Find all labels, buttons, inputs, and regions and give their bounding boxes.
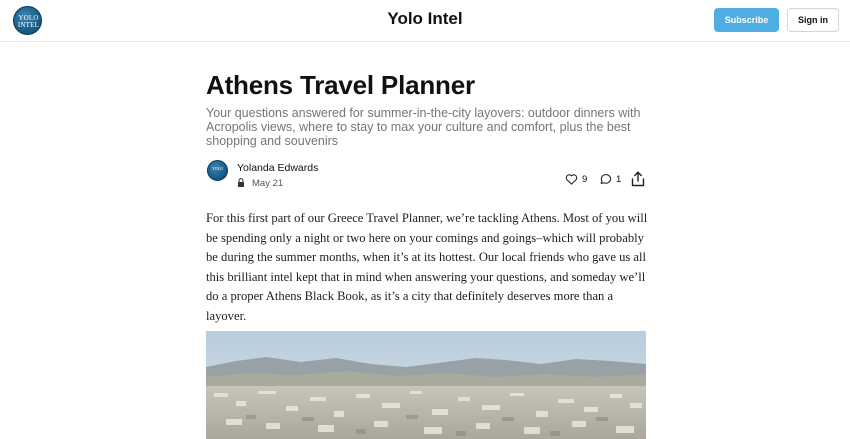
post-date: May 21 bbox=[252, 178, 284, 189]
comment-bubble-icon bbox=[600, 174, 612, 184]
like-count: 9 bbox=[582, 173, 588, 185]
comment-count: 1 bbox=[616, 173, 622, 185]
subscribe-button[interactable]: Subscribe bbox=[714, 8, 779, 32]
heart-icon bbox=[565, 174, 578, 185]
avatar-logo-text: YOLO bbox=[211, 166, 224, 171]
post-title: Athens Travel Planner bbox=[206, 70, 475, 100]
author-avatar[interactable]: YOLO bbox=[207, 160, 228, 181]
post-body-paragraph: For this first part of our Greece Travel… bbox=[206, 211, 648, 323]
lock-icon bbox=[238, 178, 244, 187]
author-name[interactable]: Yolanda Edwards bbox=[237, 162, 318, 174]
comment-button[interactable]: 1 bbox=[599, 171, 621, 187]
sign-in-button[interactable]: Sign in bbox=[787, 8, 839, 32]
share-icon[interactable] bbox=[631, 171, 645, 187]
post-subtitle: Your questions answered for summer-in-th… bbox=[206, 106, 641, 148]
athens-city-photo[interactable] bbox=[206, 331, 646, 439]
top-navigation-bar: YOLO INTEL Yolo Intel Subscribe Sign in bbox=[0, 0, 850, 42]
like-button[interactable]: 9 bbox=[565, 171, 587, 187]
